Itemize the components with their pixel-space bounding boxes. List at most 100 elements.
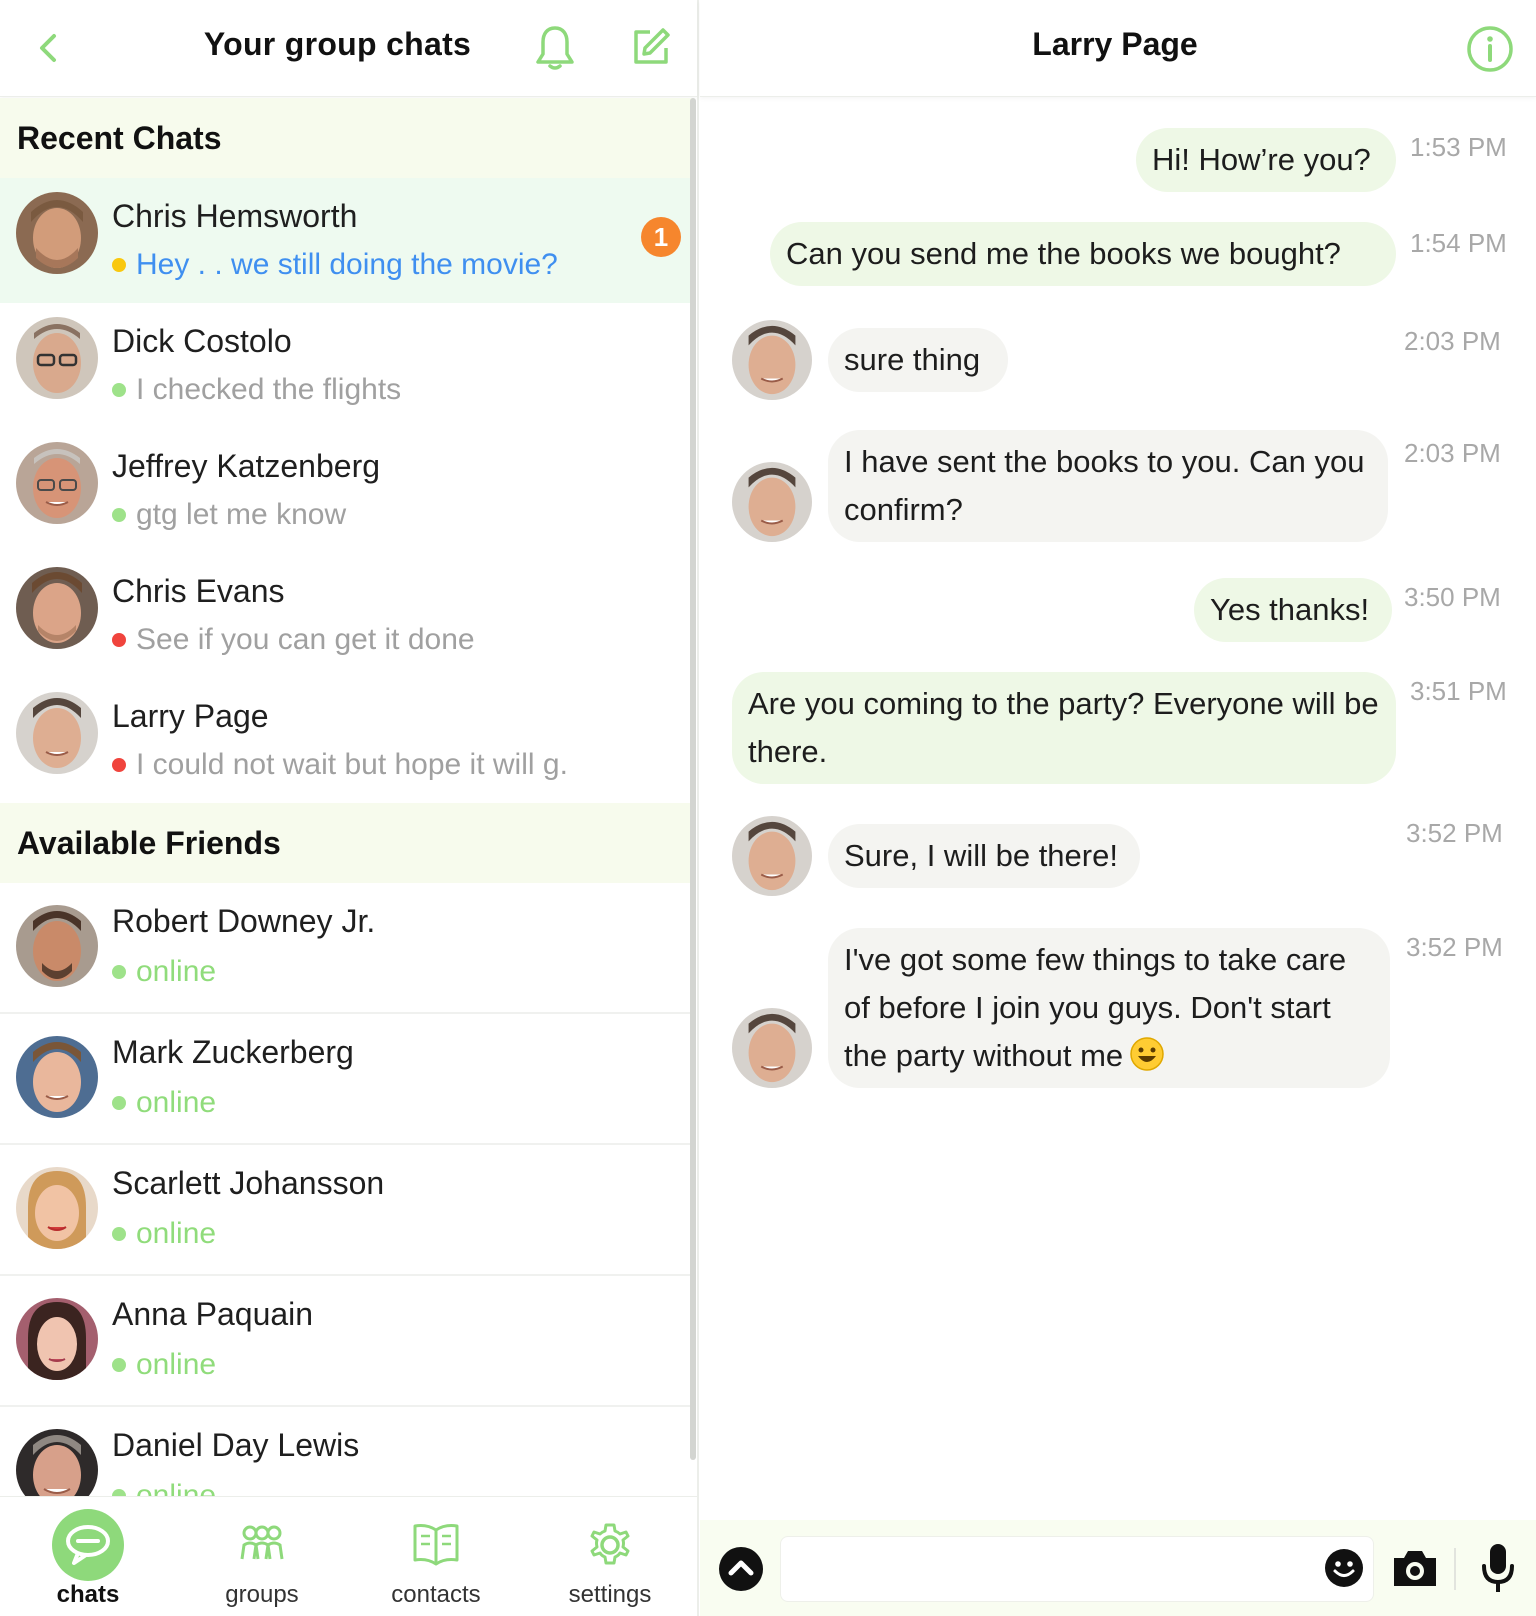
message-time: 2:03 PM — [1404, 326, 1501, 356]
bell-icon[interactable] — [534, 24, 576, 72]
contact-name: Larry Page — [112, 698, 269, 734]
friend-row-robert-downey-jr[interactable]: Robert Downey Jr. online — [0, 883, 692, 1014]
gear-icon — [574, 1509, 646, 1581]
conversation-pane: Larry Page Hi! How’re you? 1:53 PM Can y… — [700, 0, 1536, 1616]
message-composer — [700, 1520, 1536, 1616]
compose-icon[interactable] — [630, 26, 672, 68]
contact-name: Chris Evans — [112, 573, 285, 609]
smiley-emoji-icon — [1130, 1037, 1164, 1071]
recent-chats-heading: Recent Chats — [0, 98, 692, 178]
expand-up-icon[interactable] — [718, 1546, 764, 1592]
avatar — [732, 462, 812, 542]
incoming-message[interactable]: Sure, I will be there! — [828, 824, 1140, 888]
avatar — [732, 1008, 812, 1088]
chat-list-scrollbar[interactable] — [690, 98, 696, 1460]
message-time: 3:50 PM — [1404, 582, 1501, 612]
divider — [1454, 1548, 1456, 1590]
friend-row-anna-paquain[interactable]: Anna Paquain online — [0, 1276, 692, 1407]
friend-row-daniel-day-lewis[interactable]: Daniel Day Lewis online — [0, 1407, 692, 1496]
friend-row-mark-zuckerberg[interactable]: Mark Zuckerberg online — [0, 1014, 692, 1145]
chat-row-larry-page[interactable]: Larry Page I could not wait but hope it … — [0, 678, 692, 803]
message-preview: I checked the flights — [112, 373, 401, 407]
unread-badge: 1 — [641, 217, 681, 257]
online-status: online — [112, 1086, 216, 1120]
incoming-message[interactable]: I have sent the books to you. Can you co… — [828, 430, 1388, 542]
contact-name: Jeffrey Katzenberg — [112, 448, 381, 484]
message-preview: Hey . . we still doing the movie? — [112, 248, 558, 282]
avatar — [16, 567, 98, 649]
status-dot — [112, 508, 126, 522]
avatar — [16, 1036, 98, 1118]
outgoing-message[interactable]: Can you send me the books we bought? — [770, 222, 1396, 286]
contact-name: Anna Paquain — [112, 1296, 314, 1332]
incoming-message[interactable]: I've got some few things to take care of… — [828, 928, 1390, 1088]
status-dot — [112, 1489, 126, 1496]
online-status: online — [112, 1479, 216, 1496]
online-status: online — [112, 1348, 216, 1382]
tab-chats[interactable]: chats — [18, 1497, 158, 1616]
outgoing-message[interactable]: Are you coming to the party? Everyone wi… — [732, 672, 1396, 784]
contact-name: Mark Zuckerberg — [112, 1034, 354, 1070]
status-dot — [112, 1096, 126, 1110]
avatar — [16, 692, 98, 774]
status-dot — [112, 758, 126, 772]
groups-icon — [226, 1509, 298, 1581]
online-status: online — [112, 955, 216, 989]
message-input[interactable] — [780, 1536, 1374, 1602]
tab-label: contacts — [391, 1581, 481, 1608]
message-time: 2:03 PM — [1404, 438, 1501, 468]
tab-settings[interactable]: settings — [540, 1497, 680, 1616]
chat-row-chris-hemsworth[interactable]: Chris Hemsworth Hey . . we still doing t… — [0, 178, 692, 303]
conversation-title: Larry Page — [1032, 26, 1198, 62]
avatar — [16, 192, 98, 274]
chat-bubble-icon — [52, 1509, 124, 1581]
avatar — [732, 816, 812, 896]
conversation-header: Larry Page — [700, 0, 1536, 97]
outgoing-message[interactable]: Hi! How’re you? — [1136, 128, 1396, 192]
message-preview: See if you can get it done — [112, 623, 475, 657]
avatar — [16, 442, 98, 524]
available-friends-heading: Available Friends — [0, 803, 692, 883]
outgoing-message[interactable]: Yes thanks! — [1194, 578, 1392, 642]
avatar — [16, 1298, 98, 1380]
status-dot — [112, 965, 126, 979]
contact-name: Dick Costolo — [112, 323, 292, 359]
chat-list-pane: Your group chats Recent Chats Chris Hems… — [0, 0, 699, 1616]
bottom-tab-bar: chats groups contacts settings — [0, 1496, 697, 1616]
message-time: 3:52 PM — [1406, 818, 1503, 848]
camera-icon[interactable] — [1390, 1546, 1440, 1590]
friend-row-scarlett-johansson[interactable]: Scarlett Johansson online — [0, 1145, 692, 1276]
left-header: Your group chats — [0, 0, 697, 97]
chat-list-scroll[interactable]: Recent Chats Chris Hemsworth Hey . . we … — [0, 98, 692, 1496]
avatar — [732, 320, 812, 400]
emoji-icon[interactable] — [1324, 1548, 1364, 1588]
info-icon[interactable] — [1466, 25, 1514, 73]
incoming-message[interactable]: sure thing — [828, 328, 1008, 392]
book-icon — [400, 1509, 472, 1581]
avatar — [16, 1429, 98, 1496]
chat-row-jeffrey-katzenberg[interactable]: Jeffrey Katzenberg gtg let me know — [0, 428, 692, 553]
tab-contacts[interactable]: contacts — [366, 1497, 506, 1616]
chat-row-chris-evans[interactable]: Chris Evans See if you can get it done — [0, 553, 692, 678]
left-header-title: Your group chats — [203, 26, 472, 62]
avatar — [16, 1167, 98, 1249]
message-time: 3:52 PM — [1406, 932, 1503, 962]
status-dot — [112, 1227, 126, 1241]
tab-label: groups — [225, 1581, 299, 1608]
message-time: 3:51 PM — [1410, 676, 1507, 706]
avatar — [16, 905, 98, 987]
message-preview: I could not wait but hope it will g. — [112, 748, 568, 782]
status-dot — [112, 1358, 126, 1372]
microphone-icon[interactable] — [1480, 1542, 1516, 1594]
message-time: 1:53 PM — [1410, 132, 1507, 162]
tab-groups[interactable]: groups — [192, 1497, 332, 1616]
contact-name: Daniel Day Lewis — [112, 1427, 360, 1463]
status-dot — [112, 383, 126, 397]
message-time: 1:54 PM — [1410, 228, 1507, 258]
status-dot — [112, 258, 126, 272]
online-status: online — [112, 1217, 216, 1251]
tab-label: settings — [568, 1581, 652, 1608]
contact-name: Robert Downey Jr. — [112, 903, 376, 939]
chat-row-dick-costolo[interactable]: Dick Costolo I checked the flights — [0, 303, 692, 428]
message-preview: gtg let me know — [112, 498, 346, 532]
